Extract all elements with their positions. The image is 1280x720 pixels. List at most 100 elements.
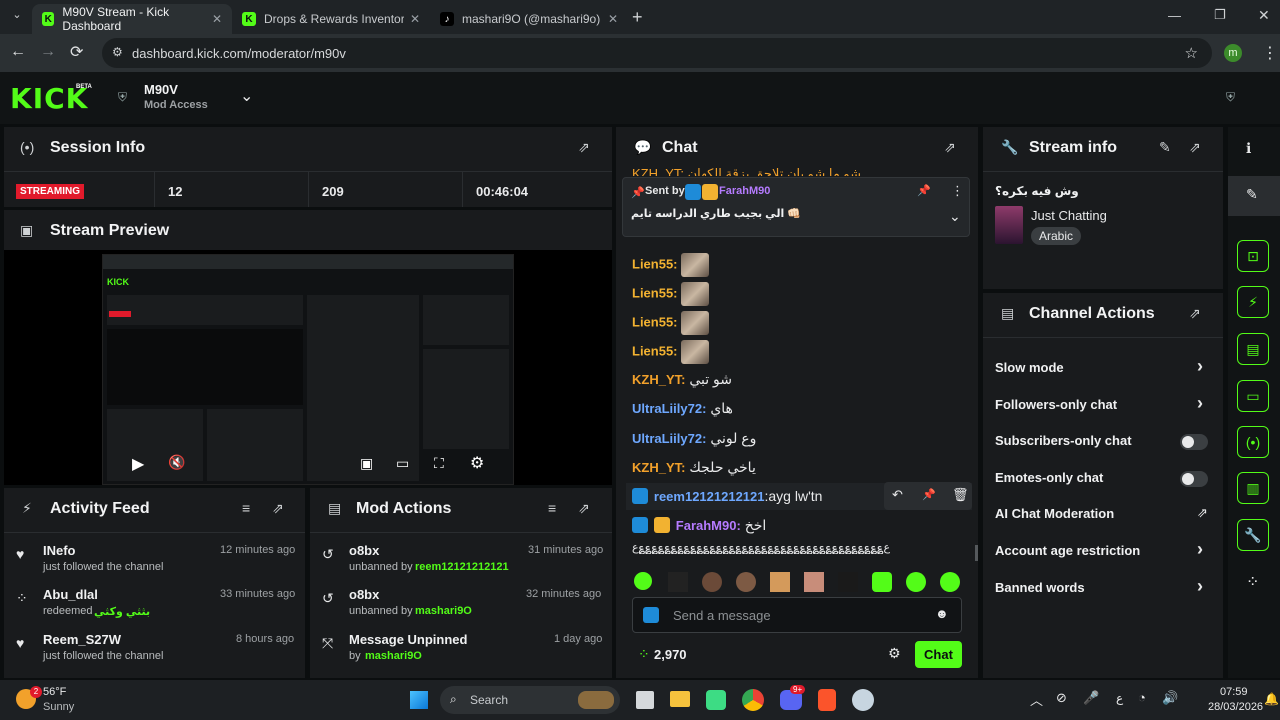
mod-by[interactable]: mashari9O (365, 650, 422, 662)
mute-icon[interactable]: 🔇 (168, 454, 185, 471)
emoji-picker-icon[interactable]: ☻ (935, 606, 949, 621)
delete-icon[interactable]: 🗑 (952, 487, 969, 503)
expand-chevron-icon[interactable]: ⌄ (949, 208, 961, 225)
chat-message[interactable]: Lien55: (632, 282, 710, 306)
chat-message[interactable]: Lien55: (632, 253, 710, 277)
chat-settings-gear-icon[interactable]: ⚙ (888, 645, 901, 662)
clock-date[interactable]: 28/03/2026 (1208, 701, 1263, 713)
pin-icon[interactable]: 📌 (922, 488, 936, 501)
pip-icon[interactable]: ▣ (360, 455, 373, 472)
emote-image[interactable] (681, 282, 710, 306)
rail-activity-button[interactable]: ⚡ (1237, 286, 1269, 318)
emote-image[interactable] (906, 572, 926, 592)
action-followers-only[interactable]: Followers-only chat › (983, 392, 1223, 418)
mod-target[interactable]: o8bx (349, 587, 379, 602)
emote-image[interactable] (736, 572, 756, 592)
rail-modlog-button[interactable]: ▤ (1237, 333, 1269, 365)
channel-switch-chevron-icon[interactable]: ⌄ (240, 86, 253, 106)
chat-username[interactable]: reem12121212121 (654, 489, 765, 504)
rail-points-icon[interactable]: ⁘ (1246, 572, 1259, 592)
theatre-icon[interactable]: ▭ (396, 455, 409, 472)
file-explorer-icon[interactable] (670, 691, 690, 707)
action-subscribers-only[interactable]: Subscribers-only chat (983, 428, 1223, 454)
edit-pencil-icon[interactable]: ✎ (1159, 139, 1171, 156)
action-ai-moderation[interactable]: AI Chat Moderation ⇗ (983, 501, 1223, 527)
chevron-right-icon[interactable]: › (1197, 393, 1203, 414)
chat-input[interactable]: Send a message ☻ (632, 597, 962, 633)
close-icon[interactable]: ✕ (410, 12, 420, 26)
pinned-message[interactable]: 📌 Sent by FarahM90 الي بجيب طاري الدراسه… (622, 177, 970, 237)
chevron-right-icon[interactable]: › (1197, 576, 1203, 597)
mod-by[interactable]: mashari9O (415, 605, 472, 617)
mod-target[interactable]: o8bx (349, 543, 379, 558)
popout-icon[interactable]: ⇗ (1189, 305, 1201, 322)
chrome-icon[interactable] (742, 689, 764, 711)
rail-clip-button[interactable]: ⊡ (1237, 240, 1269, 272)
steam-icon[interactable] (852, 689, 874, 711)
rail-edit-button[interactable]: ✎ (1228, 176, 1280, 216)
emote-image[interactable] (668, 572, 688, 592)
url-field[interactable]: ⚙ dashboard.kick.com/moderator/m90v ☆ (102, 38, 1212, 68)
emote-image[interactable] (702, 572, 722, 592)
browser-menu-icon[interactable]: ⋮ (1262, 43, 1278, 63)
windows-start-icon[interactable] (410, 691, 428, 709)
more-options-icon[interactable]: ⋮ (951, 183, 964, 199)
minimize-button[interactable]: — (1168, 8, 1181, 23)
rail-chat-button[interactable]: ▭ (1237, 380, 1269, 412)
microphone-icon[interactable]: 🎤 (1083, 690, 1099, 706)
popout-icon[interactable]: ⇗ (272, 500, 284, 517)
tab-drops-rewards[interactable]: K Drops & Rewards Inventory - Ki ✕ (232, 4, 430, 34)
user-avatar[interactable]: ⛨ (1226, 90, 1242, 104)
wifi-icon[interactable]: ◔ (1138, 690, 1146, 705)
reply-icon[interactable]: ↶ (892, 487, 903, 503)
emote-image[interactable] (838, 572, 858, 592)
tray-chevron-up-icon[interactable]: ︿ (1030, 690, 1043, 709)
chat-username[interactable]: Lien55: (632, 315, 678, 330)
chat-username[interactable]: KZH_YT: (632, 460, 685, 475)
chat-message[interactable]: Lien55: (632, 311, 710, 335)
pinned-user[interactable]: FarahM90 (719, 185, 770, 197)
close-icon[interactable]: ✕ (212, 12, 222, 26)
activity-user[interactable]: INefo (43, 543, 76, 558)
chat-username[interactable]: KZH_YT: (632, 372, 685, 387)
app-icon[interactable] (706, 690, 726, 710)
verified-emote-icon[interactable] (634, 572, 652, 590)
activity-user[interactable]: Abu_dlal (43, 587, 98, 602)
popout-icon[interactable]: ⇗ (578, 139, 590, 156)
chat-username[interactable]: UltraLiily72: (632, 431, 706, 446)
action-slow-mode[interactable]: Slow mode › (983, 355, 1223, 381)
info-icon[interactable]: ℹ (1246, 140, 1251, 157)
mod-by[interactable]: reem12121212121 (415, 561, 509, 573)
chevron-right-icon[interactable]: › (1197, 356, 1203, 377)
chat-scrollbar[interactable] (975, 545, 978, 561)
chat-username[interactable]: Lien55: (632, 286, 678, 301)
site-info-icon[interactable]: ⚙ (112, 45, 123, 59)
forward-arrow-icon[interactable]: → (40, 43, 56, 61)
chat-username[interactable]: Lien55: (632, 257, 678, 272)
activity-user[interactable]: Reem_S27W (43, 632, 121, 647)
settings-gear-icon[interactable]: ⚙ (470, 453, 484, 473)
chevron-right-icon[interactable]: › (1197, 539, 1203, 560)
action-account-age[interactable]: Account age restriction › (983, 538, 1223, 564)
tab-search-chevron-icon[interactable]: ⌄ (8, 8, 26, 26)
emotes-only-toggle[interactable] (1180, 471, 1208, 487)
rail-streaminfo-button[interactable]: 🔧 (1237, 519, 1269, 551)
emote-image[interactable] (804, 572, 824, 592)
close-icon[interactable]: ✕ (608, 12, 618, 26)
back-arrow-icon[interactable]: ← (10, 43, 26, 61)
chat-message[interactable]: UltraLiily72: وع لوني (632, 430, 756, 447)
emote-image[interactable] (681, 340, 710, 364)
profile-avatar[interactable]: m (1224, 44, 1242, 62)
rail-broadcast-button[interactable]: (•) (1237, 426, 1269, 458)
category-name[interactable]: Just Chatting (1031, 208, 1107, 223)
bookmark-star-icon[interactable]: ☆ (1185, 44, 1198, 62)
play-icon[interactable]: ▶ (132, 454, 144, 474)
external-link-icon[interactable]: ⇗ (1197, 505, 1208, 521)
chat-message[interactable]: FarahM90: اخخ (632, 517, 766, 534)
fullscreen-icon[interactable]: ⛶ (434, 455, 444, 472)
chat-username[interactable]: Lien55: (632, 344, 678, 359)
chat-message[interactable]: Lien55: (632, 340, 710, 364)
emote-image[interactable] (872, 572, 892, 592)
new-tab-button[interactable]: + (632, 7, 643, 28)
filter-icon[interactable]: ≡ (242, 500, 250, 516)
